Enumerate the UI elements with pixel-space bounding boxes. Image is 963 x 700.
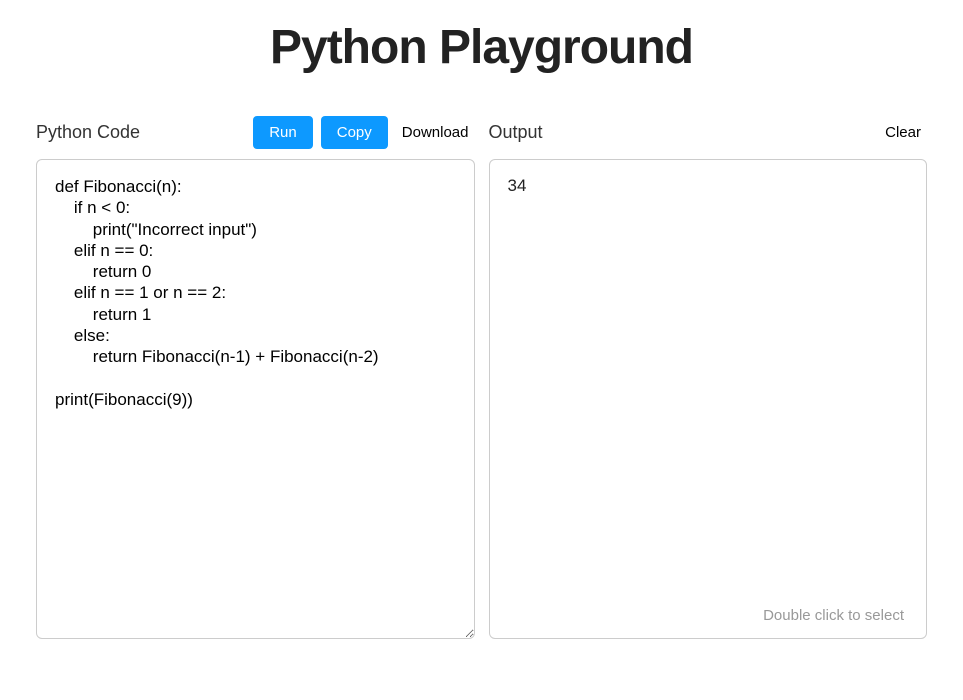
- output-box[interactable]: 34 Double click to select: [489, 159, 928, 639]
- download-button[interactable]: Download: [396, 116, 475, 149]
- code-panel-actions: Run Copy Download: [253, 116, 474, 149]
- output-panel: Output Clear 34 Double click to select: [489, 115, 928, 639]
- copy-button[interactable]: Copy: [321, 116, 388, 149]
- code-panel-header: Python Code Run Copy Download: [36, 115, 475, 149]
- code-editor[interactable]: [36, 159, 475, 639]
- output-hint: Double click to select: [763, 607, 904, 624]
- main-container: Python Code Run Copy Download Output Cle…: [0, 115, 963, 639]
- code-panel: Python Code Run Copy Download: [36, 115, 475, 639]
- code-panel-label: Python Code: [36, 122, 140, 143]
- clear-button[interactable]: Clear: [879, 116, 927, 149]
- output-text: 34: [508, 176, 909, 196]
- page-title: Python Playground: [0, 20, 963, 75]
- run-button[interactable]: Run: [253, 116, 313, 149]
- output-panel-header: Output Clear: [489, 115, 928, 149]
- output-panel-actions: Clear: [879, 116, 927, 149]
- output-panel-label: Output: [489, 122, 543, 143]
